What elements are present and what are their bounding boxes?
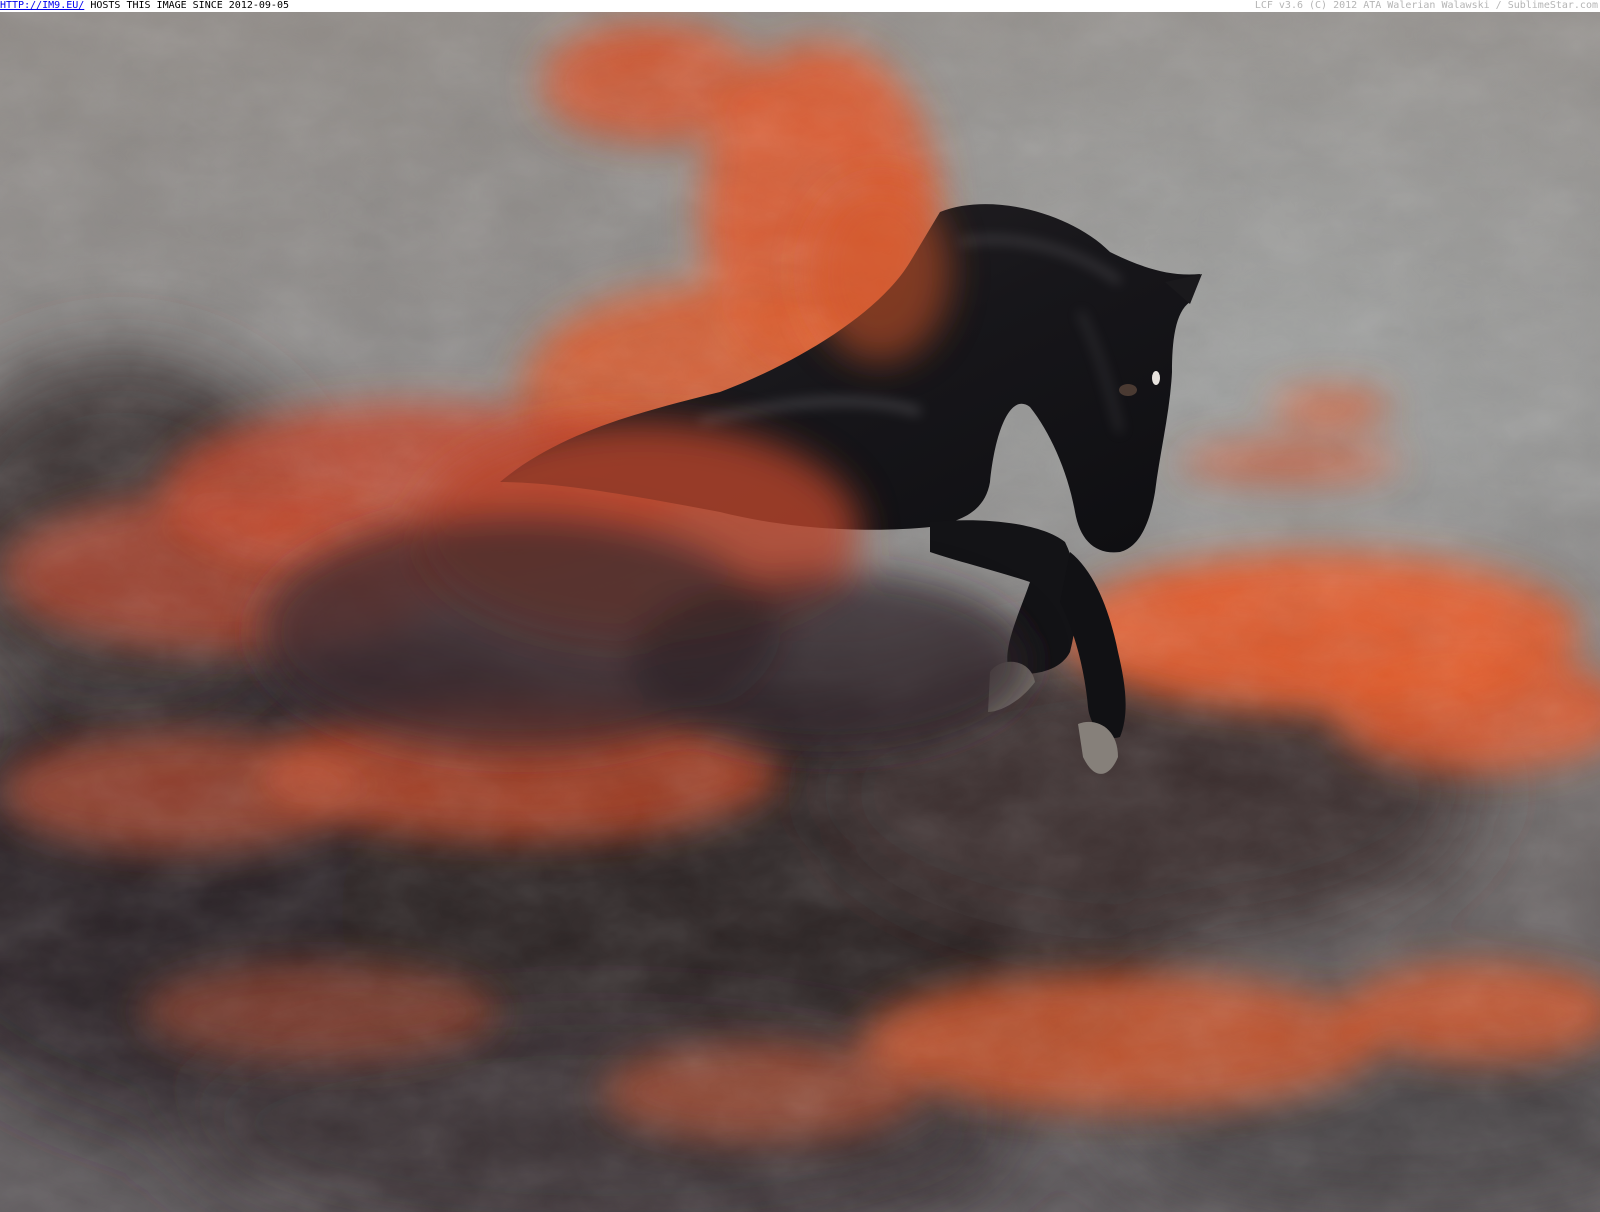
- watermark-credit: LCF v3.6 (C) 2012 ATA Walerian Walawski …: [1254, 0, 1598, 11]
- host-info: HTTP://IM9.EU/ HOSTS THIS IMAGE SINCE 20…: [0, 0, 289, 12]
- photo: [0, 12, 1600, 1212]
- image-host-banner: HTTP://IM9.EU/ HOSTS THIS IMAGE SINCE 20…: [0, 0, 1600, 12]
- host-link[interactable]: HTTP://IM9.EU/: [0, 0, 84, 11]
- image-viewer: HTTP://IM9.EU/ HOSTS THIS IMAGE SINCE 20…: [0, 0, 1600, 1212]
- horse-in-clouds-artwork: [0, 12, 1600, 1212]
- hosted-since-text: HOSTS THIS IMAGE SINCE 2012-09-05: [84, 0, 289, 11]
